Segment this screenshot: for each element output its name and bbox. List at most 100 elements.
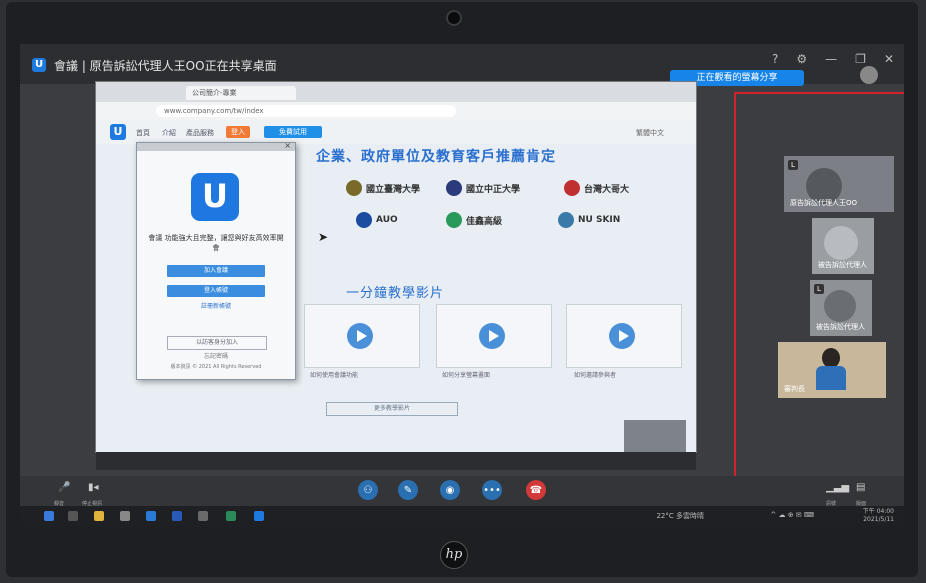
help-icon[interactable]: ?: [772, 52, 778, 66]
meeting-controls: 🎤 靜音 ▮◂ 停止視訊 ⚇ ✎ ◉ ••• ☎ ▁▃▅ 訊號 ▤ 版面: [20, 476, 904, 507]
more-button[interactable]: •••: [482, 480, 502, 500]
browser-icon[interactable]: [226, 511, 236, 521]
nuskin-logo-icon: [558, 212, 574, 228]
chat-icon: ✎: [403, 484, 413, 496]
partner-logo-icon: [446, 212, 462, 228]
participant-name: 原告訴訟代理人王OO: [790, 199, 858, 207]
chat-button[interactable]: ✎: [398, 480, 418, 500]
play-icon[interactable]: [479, 323, 505, 349]
client-logo: 國立臺灣大學: [346, 178, 420, 198]
clock-time: 下午 04:00: [862, 508, 894, 515]
video-thumbnail[interactable]: [566, 304, 682, 368]
store-icon[interactable]: [120, 511, 130, 521]
mic-icon[interactable]: 🎤: [58, 482, 70, 493]
participant-body: [816, 366, 846, 390]
auo-logo-icon: [356, 212, 372, 228]
camera-icon[interactable]: ▮◂: [88, 482, 99, 493]
share-button[interactable]: ◉: [440, 480, 460, 500]
participant-tile[interactable]: L 原告訴訟代理人王OO: [784, 156, 894, 212]
ccu-logo-icon: [446, 180, 462, 196]
video-caption: 如何邀請參與者: [574, 372, 617, 379]
minimize-icon[interactable]: —: [825, 52, 837, 66]
avatar[interactable]: [860, 66, 878, 84]
participant-badge: L: [788, 160, 798, 170]
nav-home[interactable]: 首頁: [136, 128, 150, 138]
participant-panel: L 原告訴訟代理人王OO 被告訴訟代理人 L 被告訴訟代理人 審判長: [734, 92, 904, 504]
browser-tab[interactable]: 公司簡介-專業: [186, 86, 296, 100]
dialog-message: 會議 功能強大且完整，讓您與好友高效率開會: [148, 234, 284, 252]
more-icon: •••: [483, 484, 501, 496]
app-icon[interactable]: [172, 511, 182, 521]
share-icon: ◉: [445, 484, 455, 496]
maximize-icon[interactable]: ❐: [855, 52, 866, 66]
forgot-password-link[interactable]: 忘記密碼: [167, 351, 265, 360]
settings-icon[interactable]: ⚙: [796, 52, 807, 66]
tray-icons[interactable]: ^ ☁ ⊕ ✉ ⌨: [770, 511, 814, 519]
more-videos-button[interactable]: 更多教學影片: [326, 402, 458, 416]
participant-tile[interactable]: 被告訴訟代理人: [812, 218, 874, 274]
nav-products[interactable]: 產品服務: [186, 128, 214, 138]
video-thumbnail[interactable]: [304, 304, 420, 368]
participants-icon: ⚇: [363, 484, 373, 496]
app-icon: U: [32, 58, 46, 72]
window-controls: ? ⚙ — ❐ ✕: [772, 52, 894, 66]
browser-url-bar: www.company.com/tw/index: [96, 102, 696, 121]
login-dialog: × U 會議 功能強大且完整，讓您與好友高效率開會 加入會議 登入帳號 註冊新帳…: [136, 141, 296, 380]
section-headline: 企業、政府單位及教育客戶推薦肯定: [316, 149, 556, 165]
taskbar-clock[interactable]: 下午 04:00 2021/5/11: [863, 508, 894, 524]
nav-about[interactable]: 介紹: [162, 128, 176, 138]
start-icon[interactable]: [44, 511, 54, 521]
participant-name: 被告訴訟代理人: [818, 261, 867, 269]
join-meeting-button[interactable]: 加入會議: [167, 265, 265, 277]
play-icon[interactable]: [347, 323, 373, 349]
hp-logo: hp: [440, 541, 468, 569]
signal-icon[interactable]: ▁▃▅: [826, 482, 849, 493]
participant-avatar: [824, 290, 856, 322]
video-caption: 如何使用會議功能: [310, 372, 359, 379]
participant-avatar: [824, 226, 858, 260]
register-link[interactable]: 註冊新帳號: [167, 301, 265, 310]
weather-status[interactable]: 22°C 多雲時晴: [656, 511, 704, 521]
webcam: [446, 10, 462, 26]
video-thumbnail[interactable]: [436, 304, 552, 368]
participant-name: 審判長: [784, 385, 805, 393]
screen: U 會議 | 原告訴訟代理人王OO正在共享桌面 ? ⚙ — ❐ ✕ 正在觀看的螢…: [20, 44, 904, 526]
shared-screen: 公司簡介-專業 www.company.com/tw/index U 首頁 介紹…: [96, 82, 696, 452]
url-field[interactable]: www.company.com/tw/index: [156, 105, 456, 117]
client-logo: 台灣大哥大: [564, 178, 629, 198]
close-icon[interactable]: ×: [284, 141, 291, 150]
participants-button[interactable]: ⚇: [358, 480, 378, 500]
client-logo: 國立中正大學: [446, 178, 520, 198]
window-title: 會議 | 原告訴訟代理人王OO正在共享桌面: [54, 59, 277, 73]
participant-badge: L: [814, 284, 824, 294]
search-icon[interactable]: [68, 511, 78, 521]
login-button[interactable]: 登入: [226, 126, 250, 138]
participant-tile[interactable]: 審判長: [778, 342, 886, 398]
layout-icon[interactable]: ▤: [856, 482, 865, 493]
close-icon[interactable]: ✕: [884, 52, 894, 66]
app-icon[interactable]: [198, 511, 208, 521]
participant-avatar: [822, 348, 840, 368]
windows-taskbar: 22°C 多雲時晴 ^ ☁ ⊕ ✉ ⌨ 下午 04:00 2021/5/11: [20, 506, 904, 526]
client-logo: AUO: [356, 210, 398, 230]
trial-button[interactable]: 免費試用: [264, 126, 322, 138]
clock-date: 2021/5/11: [863, 516, 894, 523]
participant-tile[interactable]: L 被告訴訟代理人: [810, 280, 872, 336]
meeting-app-icon[interactable]: [254, 511, 264, 521]
video-section-title: 一分鐘教學影片: [346, 286, 445, 301]
leave-button[interactable]: ☎: [526, 480, 546, 500]
dialog-logo: U: [191, 173, 239, 221]
app-icon[interactable]: [146, 511, 156, 521]
guest-join-button[interactable]: 以訪客身分加入: [167, 336, 267, 350]
play-icon[interactable]: [609, 323, 635, 349]
browser-tab-bar: 公司簡介-專業: [96, 82, 696, 102]
client-logo: NU SKIN: [558, 210, 620, 230]
site-logo[interactable]: U: [110, 124, 126, 140]
participant-name: 被告訴訟代理人: [816, 323, 865, 331]
language-select[interactable]: 繁體中文: [636, 128, 664, 138]
dialog-title-bar: ×: [137, 141, 295, 151]
sign-in-button[interactable]: 登入帳號: [167, 285, 265, 297]
folder-icon[interactable]: [94, 511, 104, 521]
mouse-cursor-icon: ➤: [318, 230, 329, 244]
site-nav: U 首頁 介紹 產品服務 登入 免費試用 繁體中文: [96, 120, 696, 144]
